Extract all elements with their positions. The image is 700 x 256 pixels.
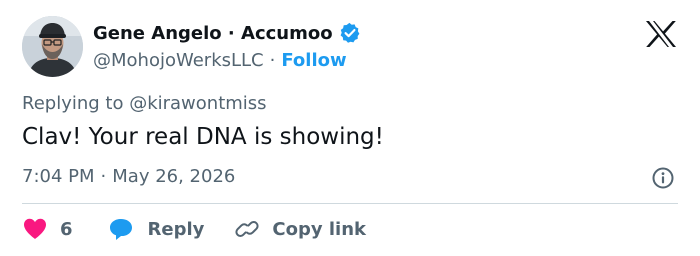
- avatar-photo: [22, 16, 83, 77]
- tweet-text: Clav! Your real DNA is showing!: [22, 124, 384, 150]
- speech-bubble-icon: [108, 217, 134, 241]
- replying-to-label[interactable]: Replying to @kirawontmiss: [22, 93, 267, 114]
- follow-button[interactable]: Follow: [281, 50, 346, 71]
- x-logo-icon[interactable]: [645, 20, 677, 48]
- author-display-name[interactable]: Gene Angelo · Accumoo: [93, 23, 333, 44]
- author-handle[interactable]: @MohojoWerksLLC: [93, 50, 264, 71]
- tweet-timestamp[interactable]: 7:04 PM · May 26, 2026: [22, 166, 235, 187]
- verified-badge-icon: [339, 22, 361, 44]
- avatar[interactable]: [22, 16, 83, 77]
- divider: [22, 203, 678, 204]
- info-icon[interactable]: [651, 166, 675, 190]
- tweet-time: 7:04 PM: [22, 166, 95, 187]
- heart-icon: [22, 217, 48, 241]
- tweet-date: May 26, 2026: [112, 166, 236, 187]
- separator-dot: ·: [269, 49, 276, 71]
- copy-link-button[interactable]: Copy link: [234, 217, 366, 241]
- action-bar: 6 Reply Copy link: [22, 212, 366, 246]
- copy-link-label: Copy link: [272, 218, 366, 240]
- reply-label: Reply: [147, 218, 205, 240]
- author-name-row: Gene Angelo · Accumoo: [93, 20, 361, 46]
- like-button[interactable]: 6: [22, 217, 73, 241]
- like-count: 6: [60, 218, 73, 240]
- link-icon: [234, 217, 260, 241]
- author-handle-row: @MohojoWerksLLC · Follow: [93, 47, 347, 73]
- timestamp-separator: ·: [100, 166, 107, 187]
- reply-button[interactable]: Reply: [108, 217, 205, 241]
